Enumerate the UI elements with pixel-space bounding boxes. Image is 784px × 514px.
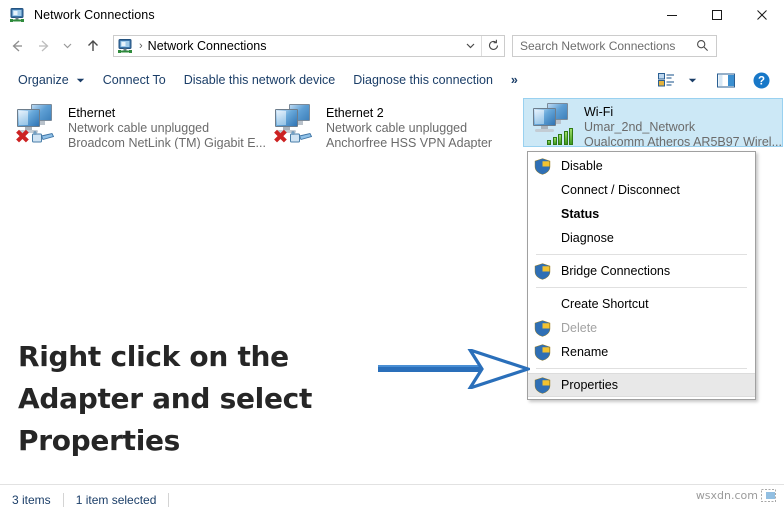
window-controls <box>649 0 784 29</box>
svg-text:?: ? <box>757 75 764 87</box>
network-connections-window: Network Connections › Network Connection… <box>0 0 784 514</box>
minimize-icon[interactable] <box>649 0 694 29</box>
context-menu: Disable Connect / Disconnect Status Diag… <box>527 151 756 400</box>
menu-item-connect-disconnect[interactable]: Connect / Disconnect <box>528 178 755 202</box>
menu-item-label: Connect / Disconnect <box>561 183 680 197</box>
menu-separator <box>536 287 747 288</box>
menu-item-label: Diagnose <box>561 231 614 245</box>
status-bar: 3 items 1 item selected <box>0 484 784 514</box>
menu-item-rename[interactable]: Rename <box>528 340 755 364</box>
address-bar-row: › Network Connections Search Network Con… <box>0 29 784 62</box>
watermark-icon <box>761 489 776 502</box>
menu-item-label: Bridge Connections <box>561 264 671 278</box>
search-icon[interactable] <box>696 39 709 52</box>
network-connections-icon <box>9 7 25 23</box>
watermark: wsxdn.com <box>696 489 776 502</box>
help-icon[interactable]: ? <box>748 68 774 92</box>
list-item-selected-wifi[interactable]: Wi-Fi Umar_2nd_Network Qualcomm Atheros … <box>523 98 783 147</box>
shield-icon <box>534 262 551 280</box>
toolbar-connect-to-button[interactable]: Connect To <box>94 67 175 93</box>
window-title: Network Connections <box>34 7 155 22</box>
list-item[interactable]: ✖ Ethernet Network cable unplugged Broad… <box>8 100 266 149</box>
toolbar-organize-button[interactable]: Organize <box>9 67 94 93</box>
red-x-unplugged-icon: ✖ <box>272 126 289 148</box>
preview-pane-icon[interactable] <box>713 68 739 92</box>
toolbar-right-group: ? <box>653 68 774 92</box>
list-item[interactable]: ✖ Ethernet 2 Network cable unplugged Anc… <box>266 100 524 149</box>
adapter-device: Broadcom NetLink (TM) Gigabit E... <box>68 136 266 149</box>
adapter-info: Ethernet 2 Network cable unplugged Ancho… <box>326 102 492 149</box>
view-dropdown-chevron-down-icon[interactable] <box>679 68 705 92</box>
close-icon[interactable] <box>739 0 784 29</box>
menu-separator <box>536 254 747 255</box>
address-bar[interactable]: › Network Connections <box>113 34 505 57</box>
chevron-down-icon <box>76 76 85 85</box>
status-selection: 1 item selected <box>75 492 157 507</box>
menu-item-label: Delete <box>561 321 598 335</box>
adapter-status: Network cable unplugged <box>326 121 468 135</box>
adapter-info: Ethernet Network cable unplugged Broadco… <box>68 102 266 149</box>
address-bar-controls <box>459 35 504 56</box>
shield-icon <box>534 343 551 361</box>
status-divider <box>62 492 64 507</box>
menu-item-create-shortcut[interactable]: Create Shortcut <box>528 292 755 316</box>
menu-separator <box>536 368 747 369</box>
menu-item-bridge-connections[interactable]: Bridge Connections <box>528 259 755 283</box>
view-layout-icon[interactable] <box>653 68 679 92</box>
network-adapter-icon: ✖ <box>14 102 62 148</box>
toolbar-overflow-button[interactable]: » <box>502 67 527 93</box>
adapter-device: Qualcomm Atheros AR5B97 Wirel... <box>584 135 782 146</box>
command-bar: Organize Connect To Disable this network… <box>0 64 784 97</box>
chevron-down-icon[interactable] <box>459 35 482 56</box>
up-arrow-icon[interactable] <box>80 34 106 58</box>
menu-item-label: Disable <box>561 159 603 173</box>
shield-icon <box>534 376 551 394</box>
menu-item-properties[interactable]: Properties <box>528 373 755 397</box>
adapter-status: Umar_2nd_Network <box>584 120 696 134</box>
adapter-device: Anchorfree HSS VPN Adapter <box>326 136 493 149</box>
maximize-icon[interactable] <box>694 0 739 29</box>
menu-item-diagnose[interactable]: Diagnose <box>528 226 755 250</box>
forward-arrow-icon[interactable] <box>32 34 56 58</box>
recent-locations-icon[interactable] <box>58 34 76 58</box>
right-arrow-annotation <box>378 347 534 391</box>
menu-item-label: Rename <box>561 345 609 359</box>
shield-icon <box>534 319 551 337</box>
watermark-text: wsxdn.com <box>695 489 758 502</box>
search-box[interactable]: Search Network Connections <box>512 34 717 57</box>
adapter-status: Network cable unplugged <box>68 121 210 135</box>
title-bar: Network Connections <box>0 0 784 29</box>
toolbar-organize-label: Organize <box>18 73 69 87</box>
red-x-unplugged-icon: ✖ <box>14 126 31 148</box>
menu-item-delete: Delete <box>528 316 755 340</box>
menu-item-label: Status <box>561 207 600 221</box>
menu-item-label: Properties <box>561 378 618 392</box>
status-items-count: 3 items <box>12 492 51 507</box>
breadcrumb-separator: › <box>139 39 143 52</box>
status-divider <box>168 492 170 507</box>
adapter-name: Ethernet <box>68 106 116 120</box>
refresh-icon[interactable] <box>482 36 504 56</box>
adapter-info: Wi-Fi Umar_2nd_Network Qualcomm Atheros … <box>584 101 782 146</box>
rj45-cable-icon <box>290 131 313 145</box>
adapter-name: Wi-Fi <box>584 105 614 119</box>
toolbar-disable-device-button[interactable]: Disable this network device <box>175 67 344 93</box>
menu-item-status[interactable]: Status <box>528 202 755 226</box>
back-arrow-icon[interactable] <box>5 34 29 58</box>
adapter-name: Ethernet 2 <box>326 106 384 120</box>
toolbar-diagnose-button[interactable]: Diagnose this connection <box>344 67 502 93</box>
network-adapter-icon <box>530 101 578 145</box>
menu-item-label: Create Shortcut <box>561 297 649 311</box>
search-input[interactable]: Search Network Connections <box>520 39 675 53</box>
breadcrumb-path: Network Connections <box>147 38 267 53</box>
rj45-cable-icon <box>32 131 55 145</box>
network-adapter-icon: ✖ <box>272 102 320 148</box>
breadcrumb-network-icon <box>117 38 133 54</box>
shield-icon <box>534 157 551 175</box>
wifi-signal-bars-icon <box>547 127 573 145</box>
menu-item-disable[interactable]: Disable <box>528 154 755 178</box>
annotation-text: Right click on the Adapter and select Pr… <box>18 340 313 457</box>
